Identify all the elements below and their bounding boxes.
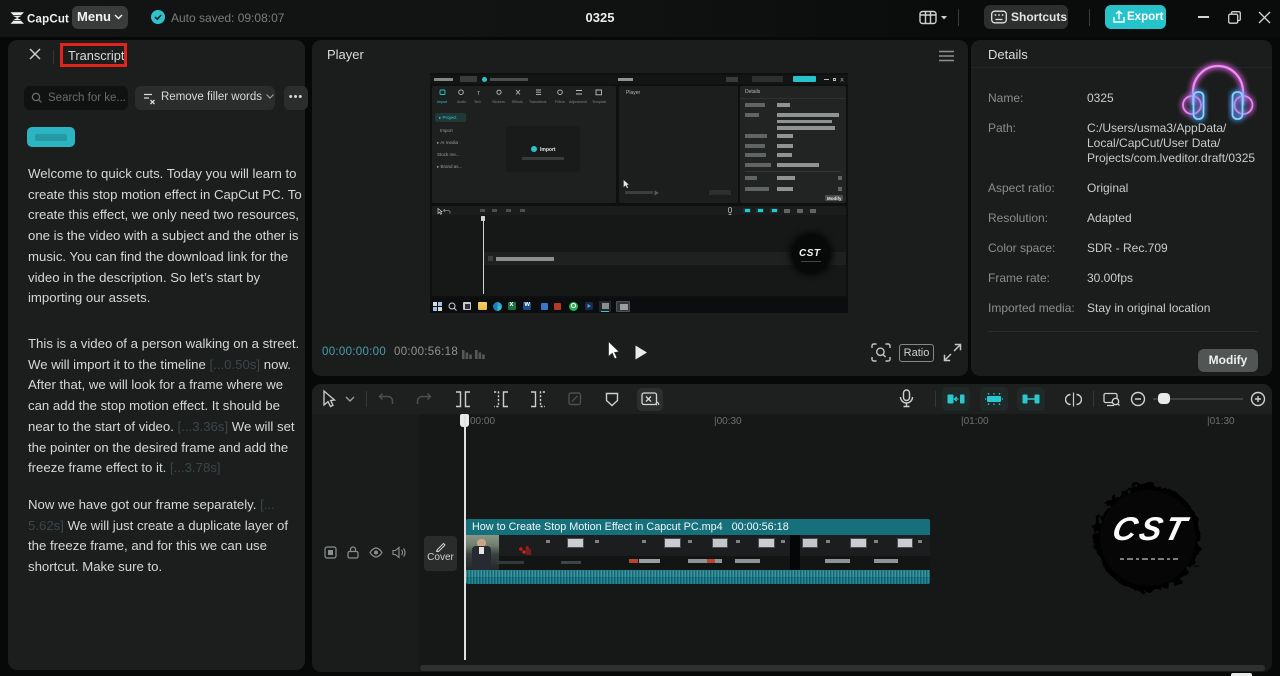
svg-text:Transitions: Transitions: [529, 100, 547, 104]
svg-text:Import: Import: [437, 100, 447, 104]
svg-text:Text: Text: [474, 100, 481, 104]
svg-text:Stickers: Stickers: [492, 100, 505, 104]
svg-text:CapCut: CapCut: [27, 14, 69, 26]
svg-text:Effects: Effects: [512, 100, 523, 104]
svg-text:Filters: Filters: [555, 100, 565, 104]
svg-text:Adjustment: Adjustment: [569, 100, 587, 104]
svg-text:T: T: [477, 91, 480, 97]
svg-text:CST: CST: [1109, 511, 1193, 547]
svg-text:Templates: Templates: [592, 100, 606, 104]
svg-text:Audio: Audio: [457, 100, 466, 104]
